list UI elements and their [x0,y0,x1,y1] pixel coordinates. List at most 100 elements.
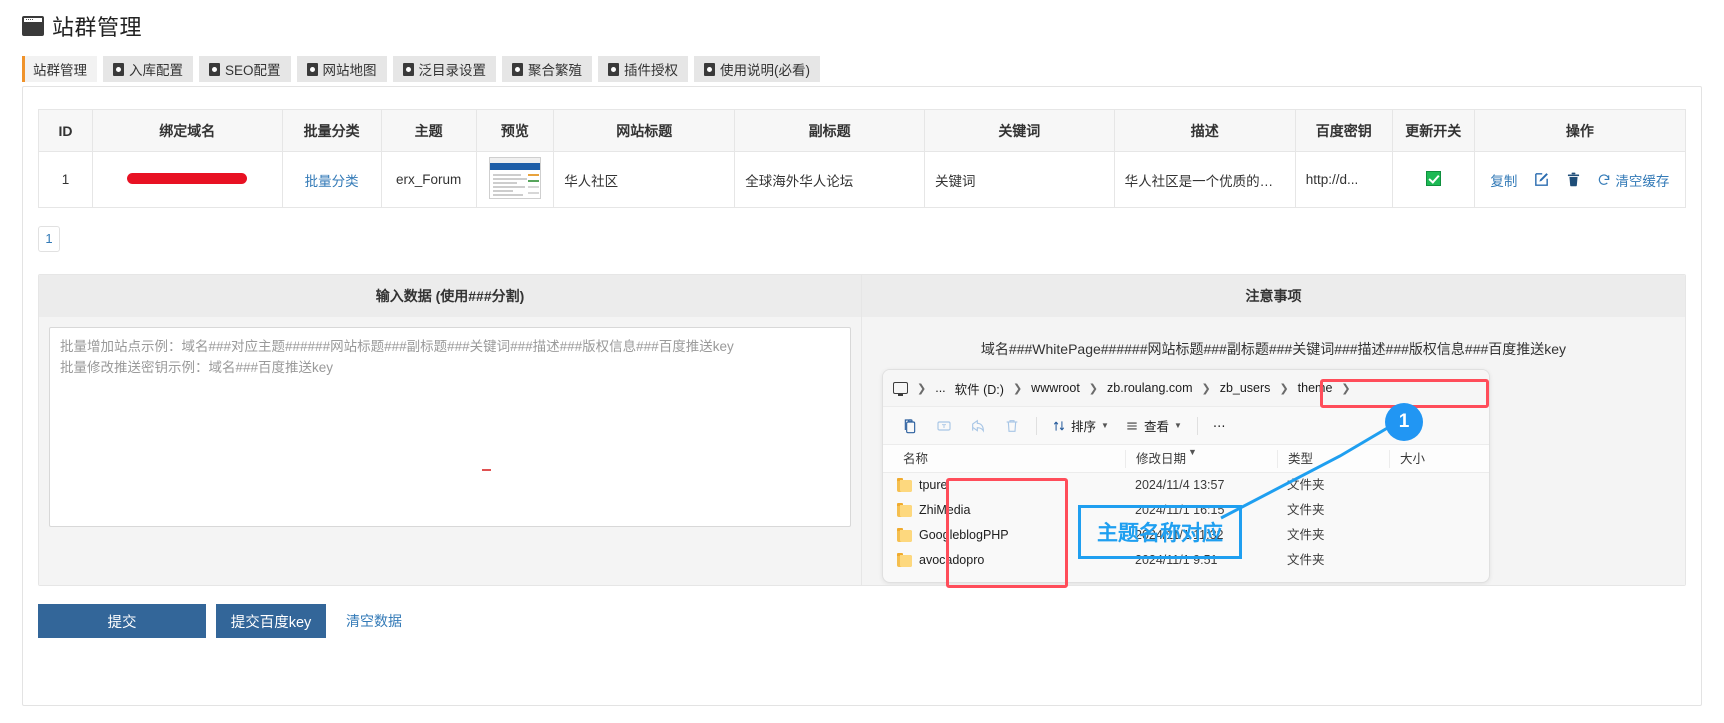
plugin-icon [608,62,620,76]
breadcrumb-theme[interactable]: theme [1298,381,1333,395]
paste-icon[interactable] [893,418,927,434]
submit-baidu-key-button[interactable]: 提交百度key [216,604,326,638]
file-name-cell[interactable]: tpure [893,473,1125,498]
rename-icon[interactable] [927,418,961,434]
tab-shiyongshuoming[interactable]: 使用说明(必看) [694,56,821,82]
cell-description: 华人社区是一个优质的海外... [1113,151,1296,208]
column-header-name[interactable]: 名称 [893,450,1125,468]
redacted-domain [127,173,248,184]
col-preview: 预览 [475,109,555,152]
breadcrumb-zbusers[interactable]: zb_users [1220,381,1271,395]
tab-label: 泛目录设置 [418,63,487,78]
file-date: 2024/11/4 13:57 [1135,478,1225,492]
column-header-date[interactable]: 修改日期 ▼ [1125,447,1277,468]
col-update-switch: 更新开关 [1391,109,1475,152]
breadcrumb-drive[interactable]: 软件 (D:) [955,379,1004,398]
trash-icon[interactable] [995,418,1029,434]
tab-zhanqunguanli[interactable]: 站群管理 [22,56,97,82]
col-domain: 绑定域名 [91,109,283,152]
col-site-title: 网站标题 [553,109,736,152]
tab-label: 入库配置 [129,63,183,78]
cell-operations: 复制 清空缓存 [1473,151,1687,208]
share-icon[interactable] [961,418,995,434]
batch-data-textarea[interactable] [49,327,851,527]
view-button[interactable]: 查看 ▼ [1117,416,1190,435]
cell-baidu-key: http://d... [1294,151,1393,208]
monitor-icon[interactable] [893,382,908,396]
refresh-icon [1599,173,1610,185]
site-thumbnail[interactable] [488,157,541,199]
breadcrumb-ellipsis[interactable]: ... [935,381,945,395]
view-label: 查看 [1143,420,1169,434]
trash-icon[interactable] [1566,171,1581,188]
cell-preview[interactable] [475,151,555,208]
sites-table: ID 绑定域名 批量分类 主题 预览 网站标题 副标题 关键词 描述 百度密钥 … [38,109,1687,208]
chevron-down-icon: ▼ [1173,421,1182,430]
copy-button[interactable]: 复制 [1490,170,1517,190]
content-panel: ID 绑定域名 批量分类 主题 预览 网站标题 副标题 关键词 描述 百度密钥 … [22,86,1702,706]
cursor-marker [482,469,491,471]
explorer-row[interactable]: ZhiMedia 2024/11/1 16:15 文件夹 [883,498,1489,523]
submit-button[interactable]: 提交 [38,604,206,638]
tab-juhefanzhi[interactable]: 聚合繁殖 [502,56,593,82]
chevron-right-icon: ❯ [1341,382,1351,395]
plugin-icon [512,62,524,76]
sort-label: 排序 [1071,420,1097,434]
explorer-row[interactable]: GoogleblogPHP 2024/11/1 11:32 文件夹 [883,523,1489,548]
file-type: 文件夹 [1287,553,1325,567]
tab-strip: 站群管理 入库配置 SEO配置 网站地图 泛目录设置 聚合繁殖 插件授权 使用说… [0,42,1724,82]
tab-rukupeizhi[interactable]: 入库配置 [103,56,193,82]
input-notice-split: 输入数据 (使用###分割) 注意事项 域名###WhitePage######… [38,274,1686,586]
tab-fanmulushezhi[interactable]: 泛目录设置 [392,56,497,82]
table-header-row: ID 绑定域名 批量分类 主题 预览 网站标题 副标题 关键词 描述 百度密钥 … [38,109,1687,152]
view-icon [1127,422,1137,429]
file-size [1389,473,1479,498]
chevron-right-icon: ❯ [1279,382,1289,395]
file-date: 2024/11/1 11:32 [1135,528,1224,542]
clear-cache-label: 清空缓存 [1615,173,1670,189]
clear-cache-button[interactable]: 清空缓存 [1597,170,1669,190]
column-header-size[interactable]: 大小 [1389,449,1479,468]
notice-title: 注意事项 [862,275,1685,317]
col-batch-category: 批量分类 [281,109,382,152]
folder-icon [897,552,912,567]
breadcrumb-site[interactable]: zb.roulang.com [1107,381,1192,395]
cell-batch-category[interactable]: 批量分类 [281,151,382,208]
input-data-column: 输入数据 (使用###分割) [39,275,862,585]
file-size [1389,523,1479,548]
breadcrumb-wwwroot[interactable]: wwwroot [1031,381,1080,395]
col-operations: 操作 [1473,109,1687,152]
cell-keywords: 关键词 [923,151,1115,208]
tab-seopeizhi[interactable]: SEO配置 [199,56,291,82]
clear-data-button[interactable]: 清空数据 [346,611,402,631]
chevron-right-icon: ❯ [1088,382,1099,395]
batch-category-link[interactable]: 批量分类 [305,174,359,189]
chevron-right-icon: ❯ [1201,382,1211,395]
explorer-row[interactable]: avocadopro 2024/11/1 9:51 文件夹 [883,548,1489,573]
notice-body: 域名###WhitePage######网站标题###副标题###关键词###描… [862,317,1685,585]
page-button-1[interactable]: 1 [38,226,60,252]
file-name-cell[interactable]: avocadopro [893,548,1125,573]
update-switch-checkbox[interactable] [1425,170,1441,186]
more-icon[interactable]: ⋯ [1205,418,1234,433]
file-type: 文件夹 [1287,478,1325,492]
tab-wangzhanditu[interactable]: 网站地图 [296,56,387,82]
tab-chajianshouquan[interactable]: 插件授权 [598,56,689,82]
cell-theme: erx_Forum [380,151,477,208]
file-name: ZhiMedia [919,503,971,517]
column-header-type[interactable]: 类型 [1277,449,1389,468]
folder-icon [897,502,912,517]
file-name-cell[interactable]: ZhiMedia [893,498,1125,523]
explorer-row[interactable]: tpure 2024/11/4 13:57 文件夹 [883,473,1489,498]
file-name-cell[interactable]: GoogleblogPHP [893,523,1125,548]
tab-label: 插件授权 [624,63,679,78]
cell-update-switch[interactable] [1391,151,1475,208]
sort-button[interactable]: 排序 ▼ [1044,416,1117,435]
sort-indicator-icon: ▼ [1188,446,1197,457]
col-keywords: 关键词 [923,109,1115,152]
col-id: ID [38,109,93,152]
folder-icon [897,477,912,492]
edit-icon[interactable] [1533,171,1550,188]
toolbar-divider [1196,416,1198,435]
explorer-breadcrumb: ❯ ... 软件 (D:) ❯ wwwroot ❯ zb.roulang.com… [883,370,1489,407]
